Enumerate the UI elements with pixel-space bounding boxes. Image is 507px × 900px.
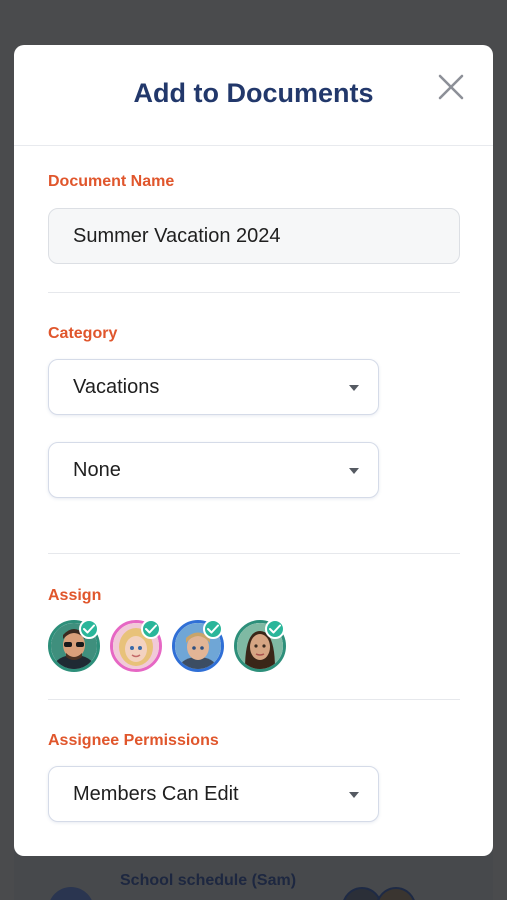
category-select[interactable]: Vacations [48,359,379,415]
chevron-down-icon [349,468,359,474]
category-select-value: Vacations [73,376,160,398]
selected-check-icon [203,619,223,639]
modal-title: Add to Documents [133,78,374,108]
assignee-permissions-select[interactable]: Members Can Edit [48,766,379,822]
modal-header: Add to Documents [14,45,493,146]
assignee-permissions-select-value: Members Can Edit [73,783,239,805]
close-icon [438,74,464,100]
chevron-down-icon [349,385,359,391]
subcategory-select-value: None [73,459,121,481]
subcategory-select[interactable]: None [48,442,379,498]
add-to-documents-modal: Add to Documents Document Name Category … [14,45,493,856]
document-name-input[interactable] [48,208,460,264]
divider [48,292,460,293]
assign-avatar-member-4[interactable] [234,619,286,672]
selected-check-icon [141,619,161,639]
assign-avatar-member-1[interactable] [48,619,100,672]
selected-check-icon [79,619,99,639]
selected-check-icon [265,619,285,639]
close-button[interactable] [436,72,466,102]
category-label: Category [48,325,118,342]
assign-label: Assign [48,587,102,604]
background-list-item-title: School schedule (Sam) [120,872,297,889]
chevron-down-icon [349,792,359,798]
assignee-permissions-label: Assignee Permissions [48,732,219,749]
assign-avatar-member-2[interactable] [110,619,162,672]
document-name-label: Document Name [48,173,175,190]
assign-avatar-member-3[interactable] [172,619,224,672]
divider [48,699,460,700]
divider [48,553,460,554]
